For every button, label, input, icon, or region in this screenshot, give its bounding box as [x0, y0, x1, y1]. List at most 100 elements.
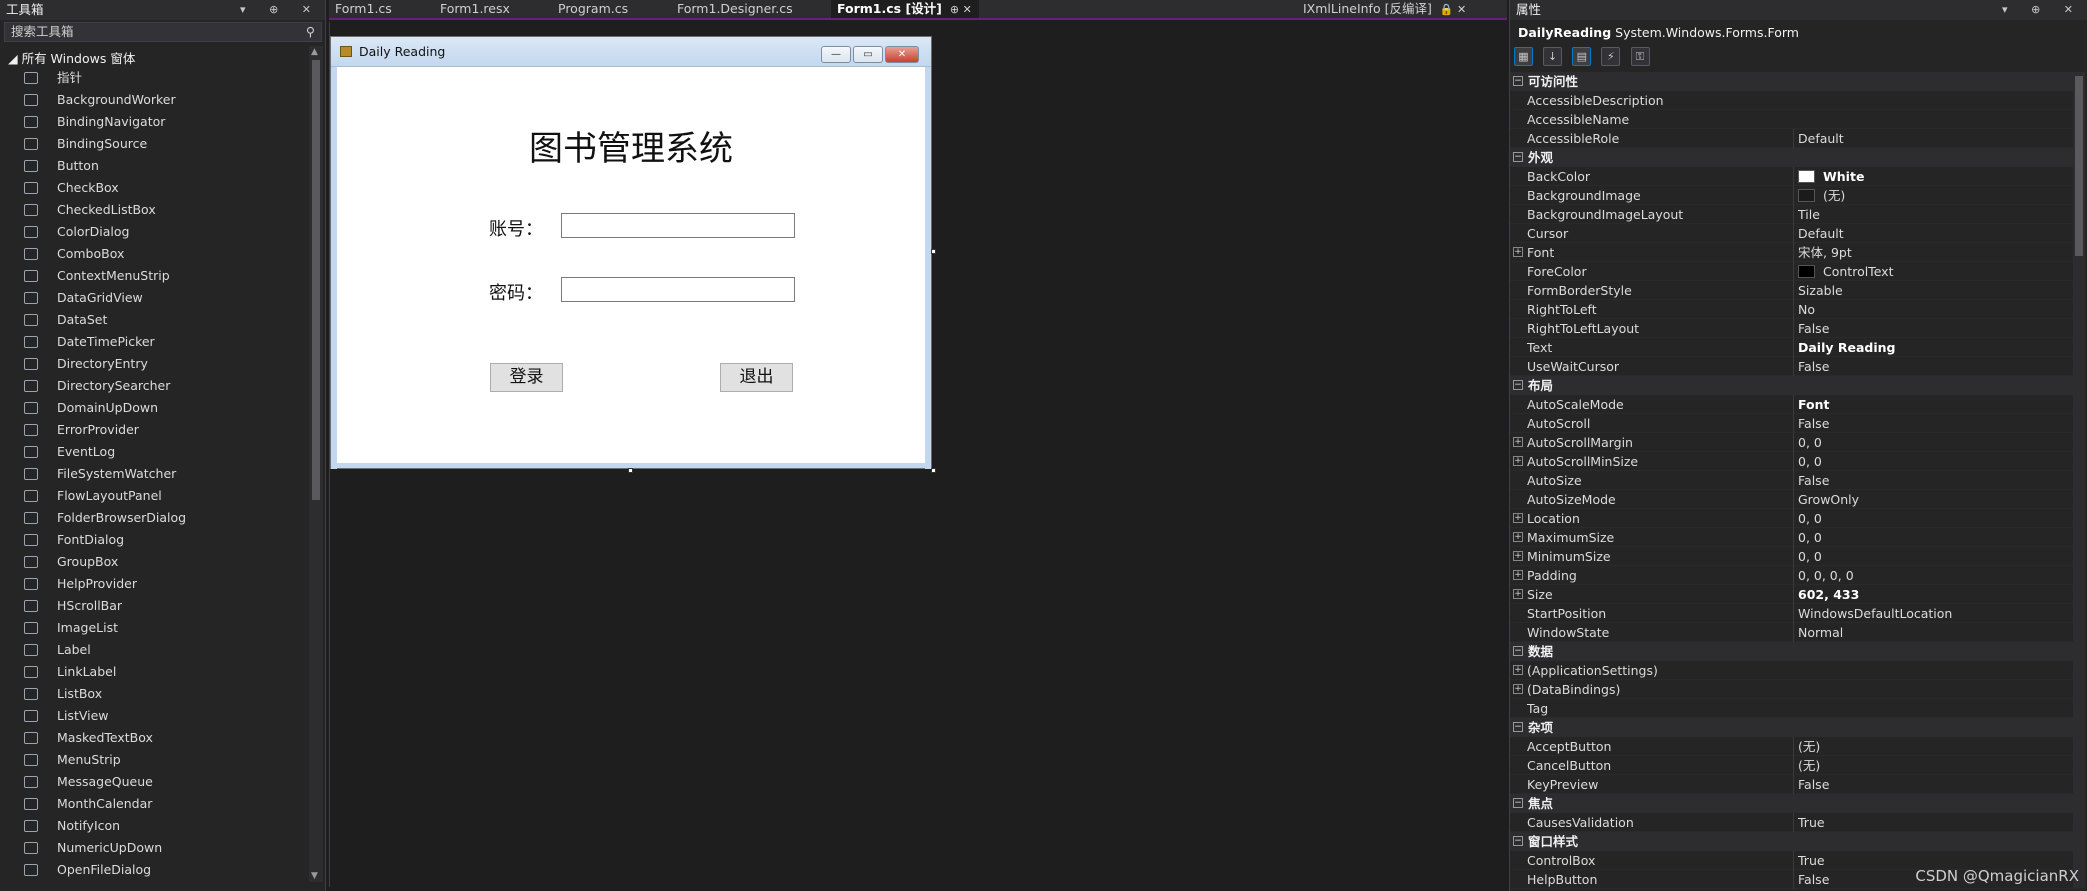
tab-form1-design[interactable]: Form1.cs [设计] ⊕ ✕	[831, 0, 979, 18]
password-label[interactable]: 密码：	[489, 279, 543, 305]
toolbox-item[interactable]: FolderBrowserDialog	[0, 507, 306, 529]
form-title-bar[interactable]: Daily Reading — ▭ ✕	[331, 37, 931, 67]
property-row[interactable]: + Location 0, 0	[1510, 509, 2082, 528]
property-row[interactable]: CancelButton (无)	[1510, 756, 2082, 775]
property-category[interactable]: − 布局	[1510, 376, 2082, 395]
property-row[interactable]: ForeColor ControlText	[1510, 262, 2082, 281]
property-row[interactable]: Cursor Default	[1510, 224, 2082, 243]
property-row[interactable]: + Padding 0, 0, 0, 0	[1510, 566, 2082, 585]
toolbox-item[interactable]: MenuStrip	[0, 749, 306, 771]
property-category[interactable]: − 数据	[1510, 642, 2082, 661]
property-value[interactable]: GrowOnly	[1793, 490, 2083, 509]
property-value[interactable]: ControlText	[1793, 262, 2083, 281]
exit-button[interactable]: 退出	[720, 363, 793, 392]
property-value[interactable]: True	[1793, 813, 2083, 832]
tab-form1-designer-cs[interactable]: Form1.Designer.cs	[671, 0, 821, 18]
property-row[interactable]: BackgroundImageLayout Tile	[1510, 205, 2082, 224]
property-value[interactable]: Daily Reading	[1793, 338, 2083, 357]
system-title-label[interactable]: 图书管理系统	[337, 121, 925, 170]
toolbox-item[interactable]: DirectoryEntry	[0, 353, 306, 375]
property-value[interactable]: 0, 0	[1793, 509, 2083, 528]
property-row[interactable]: + Size 602, 433	[1510, 585, 2082, 604]
designed-form[interactable]: Daily Reading — ▭ ✕ 图书管理系统 账号： 密码： 登录 退出	[330, 36, 932, 469]
scroll-down-icon[interactable]: ▼	[311, 871, 318, 881]
property-value[interactable]: False	[1793, 319, 2083, 338]
property-value[interactable]: False	[1793, 414, 2083, 433]
property-row[interactable]: AutoScroll False	[1510, 414, 2082, 433]
expand-icon[interactable]: +	[1513, 456, 1523, 466]
property-value[interactable]: (无)	[1793, 737, 2083, 756]
properties-title-actions[interactable]: ▾ ⊕ ✕	[2002, 0, 2083, 19]
property-row[interactable]: + (DataBindings)	[1510, 680, 2082, 699]
resize-handle-right[interactable]	[931, 249, 936, 254]
tab-form1-cs[interactable]: Form1.cs	[329, 0, 429, 18]
toolbox-item[interactable]: DataSet	[0, 309, 306, 331]
object-selector[interactable]: DailyReading System.Windows.Forms.Form	[1514, 22, 2084, 44]
expand-icon[interactable]: +	[1513, 513, 1523, 523]
property-value[interactable]: (无)	[1793, 756, 2083, 775]
toolbox-item[interactable]: CheckedListBox	[0, 199, 306, 221]
tab-close-icon[interactable]: 🔒 ✕	[1440, 3, 1466, 16]
toolbox-item[interactable]: BackgroundWorker	[0, 89, 306, 111]
property-value[interactable]: 0, 0	[1793, 528, 2083, 547]
property-row[interactable]: BackgroundImage (无)	[1510, 186, 2082, 205]
property-category[interactable]: − 可访问性	[1510, 72, 2082, 91]
designer-surface[interactable]: Daily Reading — ▭ ✕ 图书管理系统 账号： 密码： 登录 退出	[329, 22, 1500, 887]
resize-handle-corner[interactable]	[931, 468, 936, 473]
toolbox-item[interactable]: ColorDialog	[0, 221, 306, 243]
property-pages-icon[interactable]: ⚿	[1630, 47, 1650, 66]
collapse-icon[interactable]: −	[1513, 722, 1523, 732]
property-value[interactable]: 0, 0	[1793, 547, 2083, 566]
property-value[interactable]: 0, 0	[1793, 452, 2083, 471]
property-value[interactable]: White	[1793, 167, 2083, 186]
property-category[interactable]: − 外观	[1510, 148, 2082, 167]
property-value[interactable]: False	[1793, 471, 2083, 490]
alphabetical-icon[interactable]: ↓	[1543, 47, 1563, 66]
property-value[interactable]: False	[1793, 357, 2083, 376]
toolbox-item[interactable]: BindingNavigator	[0, 111, 306, 133]
toolbox-item[interactable]: MessageQueue	[0, 771, 306, 793]
tab-form1-resx[interactable]: Form1.resx	[434, 0, 546, 18]
collapse-icon[interactable]: −	[1513, 798, 1523, 808]
tab-program-cs[interactable]: Program.cs	[552, 0, 662, 18]
toolbox-item[interactable]: OpenFileDialog	[0, 859, 306, 881]
toolbox-item[interactable]: DateTimePicker	[0, 331, 306, 353]
property-value[interactable]: Sizable	[1793, 281, 2083, 300]
toolbox-item[interactable]: Label	[0, 639, 306, 661]
toolbox-group-header[interactable]: ◢ 所有 Windows 窗体	[8, 48, 135, 67]
resize-handle-bottom[interactable]	[628, 468, 633, 473]
collapse-icon[interactable]: −	[1513, 836, 1523, 846]
expand-icon[interactable]: +	[1513, 665, 1523, 675]
toolbox-item[interactable]: DataGridView	[0, 287, 306, 309]
toolbox-item[interactable]: MaskedTextBox	[0, 727, 306, 749]
property-row[interactable]: AccessibleDescription	[1510, 91, 2082, 110]
property-row[interactable]: AutoSizeMode GrowOnly	[1510, 490, 2082, 509]
toolbox-item[interactable]: DomainUpDown	[0, 397, 306, 419]
tab-ixmllineinfo[interactable]: IXmlLineInfo [反编译] 🔒 ✕	[1297, 0, 1497, 18]
expand-icon[interactable]: +	[1513, 437, 1523, 447]
toolbox-item[interactable]: MonthCalendar	[0, 793, 306, 815]
toolbox-item[interactable]: ListView	[0, 705, 306, 727]
expand-icon[interactable]: +	[1513, 589, 1523, 599]
property-row[interactable]: AcceptButton (无)	[1510, 737, 2082, 756]
scroll-up-icon[interactable]: ▲	[311, 47, 318, 57]
toolbox-item[interactable]: NumericUpDown	[0, 837, 306, 859]
toolbox-item[interactable]: ComboBox	[0, 243, 306, 265]
toolbox-item[interactable]: FileSystemWatcher	[0, 463, 306, 485]
minimize-button[interactable]: —	[821, 46, 851, 63]
property-grid-scrollbar[interactable]	[2073, 72, 2085, 888]
property-row[interactable]: AccessibleRole Default	[1510, 129, 2082, 148]
property-row[interactable]: AccessibleName	[1510, 110, 2082, 129]
expand-icon[interactable]: +	[1513, 247, 1523, 257]
property-row[interactable]: StartPosition WindowsDefaultLocation	[1510, 604, 2082, 623]
property-value[interactable]: 宋体, 9pt	[1793, 243, 2083, 262]
property-row[interactable]: AutoScaleMode Font	[1510, 395, 2082, 414]
expand-icon[interactable]: +	[1513, 532, 1523, 542]
toolbox-item[interactable]: BindingSource	[0, 133, 306, 155]
toolbox-scrollbar[interactable]: ▲ ▼	[309, 46, 323, 882]
toolbox-item[interactable]: ErrorProvider	[0, 419, 306, 441]
expand-icon[interactable]: +	[1513, 551, 1523, 561]
property-row[interactable]: + (ApplicationSettings)	[1510, 661, 2082, 680]
toolbox-item[interactable]: ContextMenuStrip	[0, 265, 306, 287]
expand-icon[interactable]: +	[1513, 684, 1523, 694]
